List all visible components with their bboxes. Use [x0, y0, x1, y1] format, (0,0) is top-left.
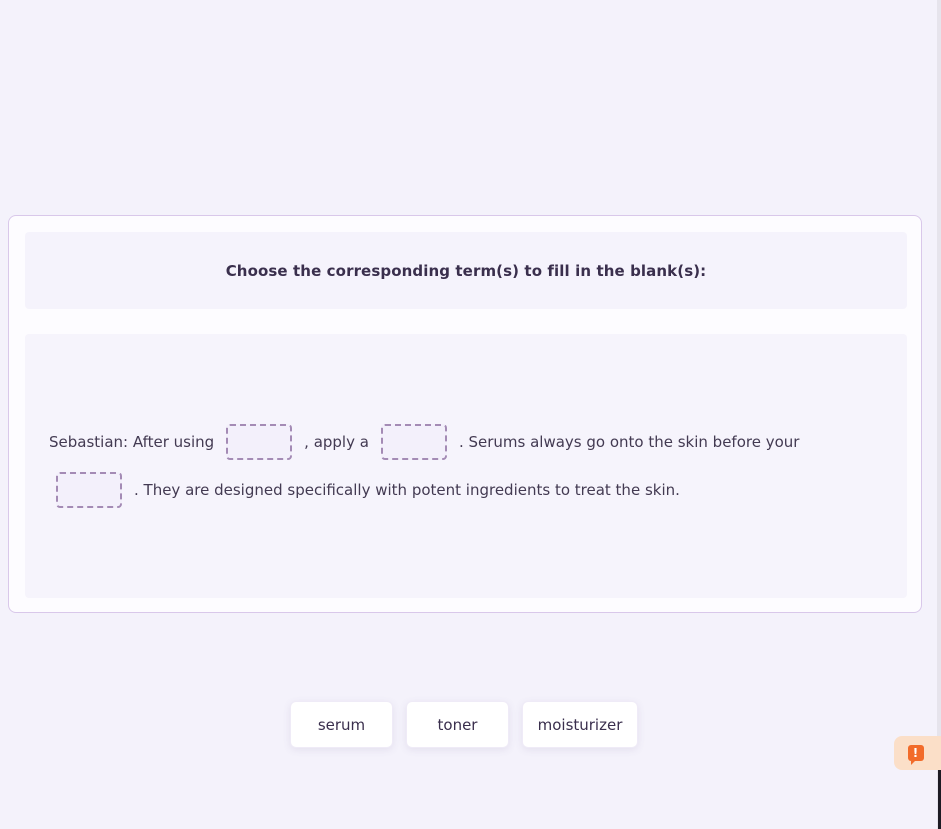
sentence-part-2: , apply a: [304, 433, 369, 451]
sentence-part-4: . They are designed specifically with po…: [134, 481, 680, 499]
word-option-moisturizer[interactable]: moisturizer: [522, 701, 638, 748]
blank-slot-3[interactable]: [56, 472, 122, 508]
word-option-serum[interactable]: serum: [290, 701, 393, 748]
instruction-panel: Choose the corresponding term(s) to fill…: [25, 232, 907, 309]
instruction-text: Choose the corresponding term(s) to fill…: [225, 261, 707, 280]
window-right-edge: [937, 0, 941, 829]
sentence-part-3: . Serums always go onto the skin before …: [458, 433, 800, 451]
report-flag-icon: !: [907, 745, 924, 765]
blank-slot-1[interactable]: [226, 424, 293, 460]
report-issue-button[interactable]: !: [894, 736, 941, 770]
sentence-line-1: Sebastian: After using , apply a . Serum…: [49, 422, 799, 462]
question-card: Choose the corresponding term(s) to fill…: [8, 215, 922, 613]
word-bank: serum toner moisturizer: [290, 701, 638, 748]
sentence-line-2: . They are designed specifically with po…: [56, 470, 680, 510]
sentence-part-1: Sebastian: After using: [49, 433, 215, 451]
blank-slot-2[interactable]: [380, 424, 447, 460]
word-option-toner[interactable]: toner: [406, 701, 509, 748]
question-panel: Sebastian: After using , apply a . Serum…: [25, 334, 907, 598]
